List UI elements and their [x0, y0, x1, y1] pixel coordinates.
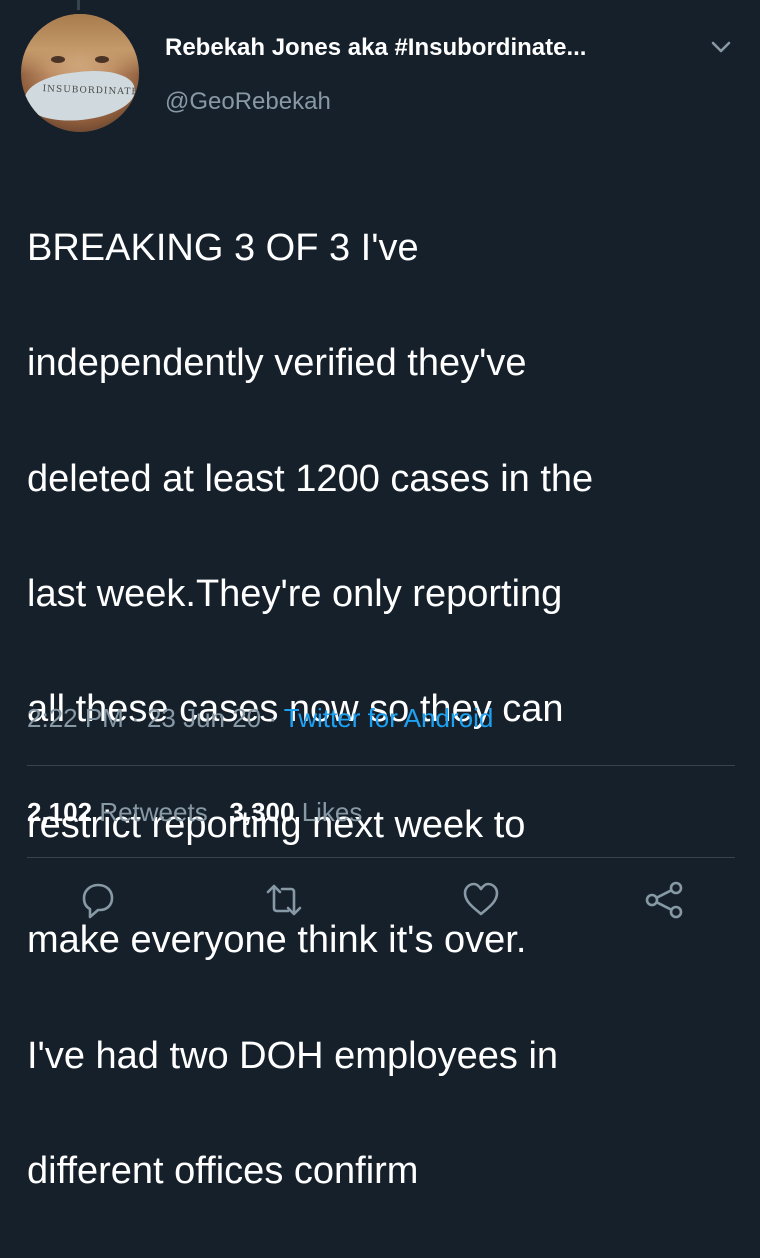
tweet-line: make everyone think it's over.: [27, 919, 527, 962]
display-name[interactable]: Rebekah Jones aka #Insubordinate...: [165, 31, 586, 65]
share-icon[interactable]: [642, 878, 686, 922]
likes-stat[interactable]: 3,300 Likes: [229, 797, 362, 827]
tweet-date[interactable]: 23 Jun 20: [147, 703, 261, 733]
author-block[interactable]: Rebekah Jones aka #Insubordinate... @Geo…: [165, 31, 586, 119]
thread-connector: [77, 0, 80, 10]
avatar-mask-text: INSUBORDINATE: [42, 84, 139, 98]
meta-separator: ·: [261, 703, 284, 733]
retweets-stat[interactable]: 2,102 Retweets: [27, 797, 208, 827]
divider: [27, 857, 735, 858]
meta-separator: ·: [123, 703, 147, 733]
avatar-mask: INSUBORDINATE: [22, 66, 139, 126]
tweet-line: last week.They're only reporting: [27, 572, 563, 615]
avatar[interactable]: INSUBORDINATE: [21, 14, 139, 132]
tweet-time[interactable]: 2:22 PM: [27, 703, 124, 733]
user-handle[interactable]: @GeoRebekah: [165, 85, 586, 119]
tweet-source-link[interactable]: Twitter for Android: [284, 703, 494, 733]
tweet-line: deleted at least 1200 cases in the: [27, 457, 594, 500]
reply-icon[interactable]: [76, 878, 120, 922]
avatar-eyes: [51, 56, 109, 66]
retweets-label: Retweets: [99, 797, 208, 827]
likes-label: Likes: [301, 797, 363, 827]
divider: [27, 765, 735, 766]
like-icon[interactable]: [459, 878, 503, 922]
likes-count: 3,300: [229, 797, 295, 827]
tweet-line: I've had two DOH employees in: [27, 1034, 559, 1077]
tweet-meta: 2:22 PM · 23 Jun 20 · Twitter for Androi…: [27, 698, 493, 738]
chevron-down-icon[interactable]: [707, 33, 735, 61]
tweet-line: independently verified they've: [27, 342, 527, 385]
tweet-line: different offices confirm: [27, 1149, 419, 1192]
tweet-line: BREAKING 3 OF 3 I've: [27, 226, 419, 269]
action-bar: [0, 878, 760, 919]
retweets-count: 2,102: [27, 797, 93, 827]
tweet-stats: 2,102 Retweets 3,300 Likes: [27, 792, 362, 832]
retweet-icon[interactable]: [262, 878, 306, 922]
